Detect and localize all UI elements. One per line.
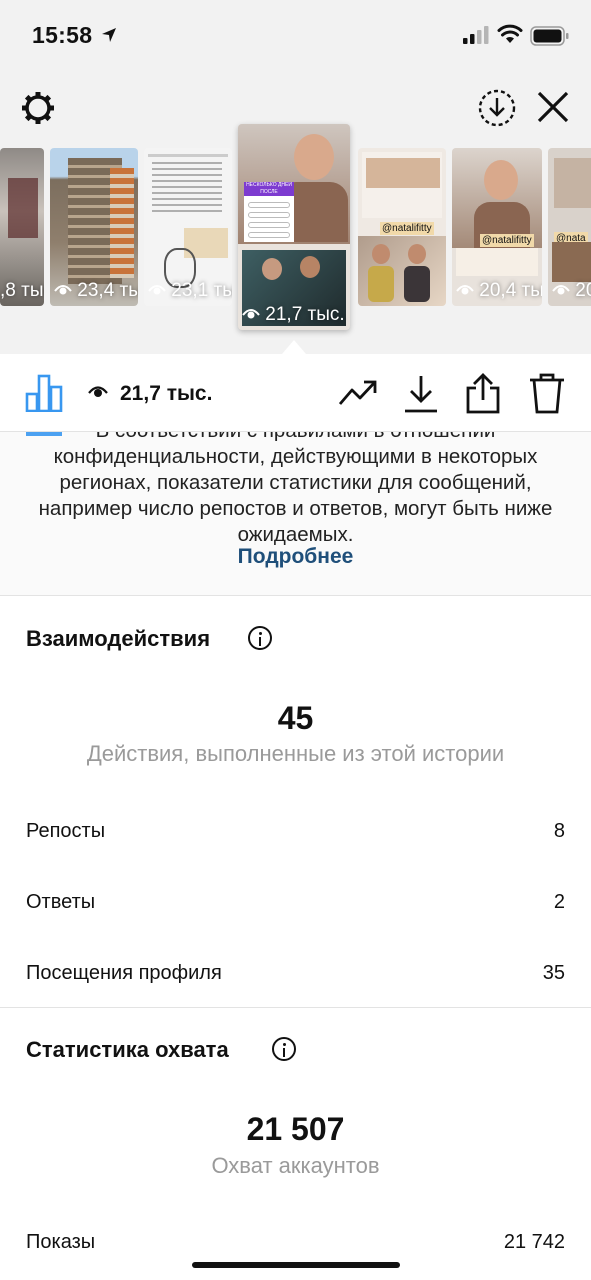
cellular-signal-icon: [463, 26, 489, 44]
interactions-total: 45: [277, 700, 314, 736]
thumbnail-views: 23,4 тыс.: [50, 280, 138, 302]
story-thumbnail[interactable]: @nata 20: [548, 148, 591, 306]
thumbnail-text: ПОСЛЕ: [260, 189, 278, 195]
stat-value: 35: [542, 962, 565, 984]
insights-bars-icon[interactable]: [25, 374, 63, 412]
stat-label: Показы: [26, 1231, 96, 1253]
views-count: 21,7 тыс.: [120, 382, 213, 405]
stat-row-replies: Ответы 2: [26, 891, 565, 921]
privacy-notice: В соответствии с правилами в отношении к…: [0, 432, 591, 596]
stat-row-profile-visits: Посещения профиля 35: [26, 962, 565, 992]
share-icon[interactable]: [464, 372, 502, 414]
thumbnail-text: НЕСКОЛЬКО ДНЕЙ: [246, 182, 292, 188]
thumbnail-views: ,8 тыс.: [0, 280, 44, 301]
eye-icon: [54, 285, 72, 295]
download-icon[interactable]: [403, 374, 439, 414]
reach-total: 21 507: [246, 1111, 345, 1147]
thumbnail-views: 21,7 тыс.: [238, 304, 350, 326]
trash-icon[interactable]: [528, 372, 566, 414]
eye-icon: [456, 285, 474, 295]
trending-up-icon[interactable]: [338, 378, 378, 408]
story-insights-toolbar: 21,7 тыс.: [0, 354, 591, 432]
stat-label: Ответы: [26, 891, 96, 913]
wifi-icon: [497, 24, 523, 43]
story-thumbnail[interactable]: @natalifitty: [358, 148, 446, 306]
thumbnail-text: @natalifitty: [380, 222, 434, 235]
section-divider: [0, 1007, 591, 1008]
thumbnail-views-value: 21,7 тыс.: [265, 304, 345, 325]
stat-value: 8: [553, 820, 565, 842]
info-icon[interactable]: [248, 626, 272, 650]
thumbnail-views: 20,4 тыс.: [452, 280, 542, 302]
thumbnail-views: 20: [548, 280, 591, 302]
interactions-title: Взаимодействия: [26, 626, 211, 651]
status-bar: 15:58: [0, 0, 591, 70]
stat-row-impressions: Показы 21 742: [26, 1231, 565, 1261]
story-thumbnail-strip[interactable]: ,8 тыс. 23,4 тыс. 23,1 тыс.: [0, 124, 591, 330]
eye-icon: [148, 285, 166, 295]
thumbnail-views-value: 20,4 тыс.: [479, 280, 542, 301]
eye-icon: [242, 309, 260, 319]
story-thumbnail[interactable]: @natalifitty 20,4 тыс.: [452, 148, 542, 306]
thumbnail-text: @natalifitty: [480, 234, 534, 247]
selected-caret: [282, 340, 306, 354]
info-icon[interactable]: [272, 1037, 296, 1061]
close-icon[interactable]: [536, 90, 570, 124]
thumbnail-views-value: 23,1 тыс.: [171, 280, 232, 301]
status-time: 15:58: [32, 22, 93, 48]
thumbnail-views-value: 23,4 тыс.: [77, 280, 138, 301]
interactions-subtitle: Действия, выполненные из этой истории: [86, 741, 505, 766]
home-indicator[interactable]: [192, 1262, 400, 1268]
location-arrow-icon: [102, 28, 116, 42]
eye-icon: [552, 285, 570, 295]
stat-label: Посещения профиля: [26, 962, 222, 984]
reach-subtitle: Охват аккаунтов: [211, 1153, 380, 1178]
stat-value: 2: [553, 891, 565, 913]
learn-more-link[interactable]: Подробнее: [0, 545, 591, 569]
stat-label: Репосты: [26, 820, 106, 842]
story-thumbnail[interactable]: 23,4 тыс.: [50, 148, 138, 306]
download-circle-icon[interactable]: [477, 88, 517, 128]
story-archive-header: 15:58 ,8 ты 23,4 ты 23,1 ты НЕСКОЛЬКО ДН…: [0, 0, 591, 354]
thumbnail-views: 23,1 тыс.: [144, 280, 232, 302]
notice-text: В соответствии с правилами в отношении к…: [38, 432, 553, 546]
thumbnail-views-value: 20: [575, 280, 591, 301]
gear-icon[interactable]: [20, 90, 56, 126]
battery-icon: [530, 26, 569, 46]
reach-title: Статистика охвата: [26, 1037, 229, 1062]
stat-value: 21 742: [503, 1231, 565, 1253]
story-thumbnail[interactable]: 23,1 тыс.: [144, 148, 232, 306]
story-thumbnail[interactable]: ,8 тыс.: [0, 148, 44, 306]
story-thumbnail-selected[interactable]: НЕСКОЛЬКО ДНЕЙ ПОСЛЕ 21,7 тыс.: [238, 124, 350, 330]
eye-icon: [88, 386, 108, 397]
stat-row-reposts: Репосты 8: [26, 820, 565, 850]
